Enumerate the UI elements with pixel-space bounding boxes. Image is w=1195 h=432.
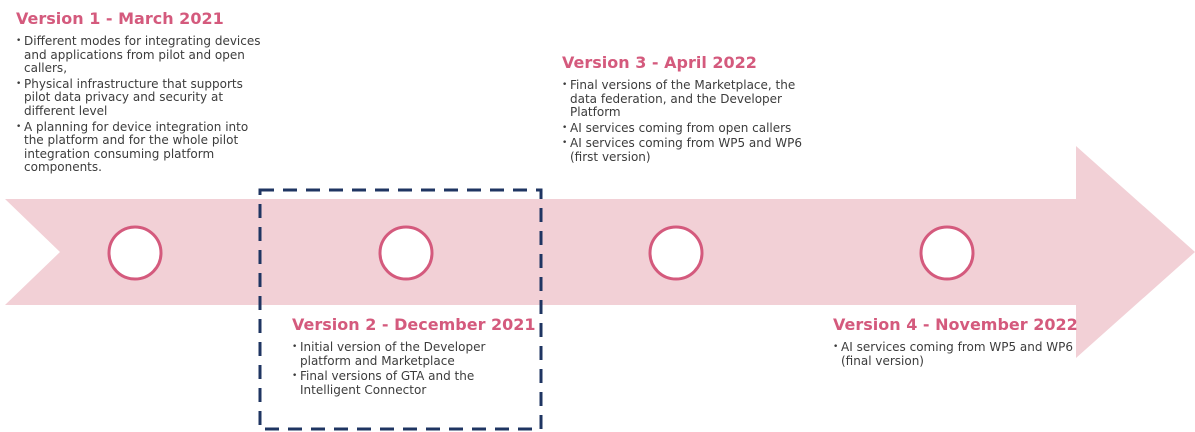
milestone-item: AI services coming from open callers bbox=[562, 121, 812, 136]
milestone-version-3: Version 3 - April 2022 Final versions of… bbox=[562, 53, 812, 167]
milestone-item: Different modes for integrating devices … bbox=[16, 34, 266, 76]
milestone-version-1: Version 1 - March 2021 Different modes f… bbox=[16, 9, 266, 177]
milestone-item: A planning for device integration into t… bbox=[16, 120, 266, 175]
milestone-item: Final versions of the Marketplace, the d… bbox=[562, 78, 812, 120]
milestone-version-4: Version 4 - November 2022 AI services co… bbox=[833, 315, 1083, 370]
milestone-item: Final versions of GTA and the Intelligen… bbox=[292, 369, 532, 397]
milestone-marker-1 bbox=[107, 225, 163, 281]
milestone-item: Initial version of the Developer platfor… bbox=[292, 340, 532, 368]
milestone-marker-4 bbox=[919, 225, 975, 281]
milestone-title: Version 1 - March 2021 bbox=[16, 9, 224, 28]
milestone-title: Version 2 - December 2021 bbox=[292, 315, 536, 334]
milestone-item-list: AI services coming from WP5 and WP6 (fin… bbox=[833, 340, 1083, 368]
milestone-marker-3 bbox=[648, 225, 704, 281]
milestone-item: AI services coming from WP5 and WP6 (fir… bbox=[562, 137, 812, 164]
milestone-item: Physical infrastructure that supports pi… bbox=[16, 77, 266, 119]
milestone-item-list: Different modes for integrating devices … bbox=[16, 34, 266, 175]
milestone-title: Version 4 - November 2022 bbox=[833, 315, 1078, 334]
milestone-version-2: Version 2 - December 2021 Initial versio… bbox=[292, 315, 536, 399]
milestone-item-list: Final versions of the Marketplace, the d… bbox=[562, 78, 812, 165]
milestone-item-list: Initial version of the Developer platfor… bbox=[292, 340, 532, 397]
milestone-title: Version 3 - April 2022 bbox=[562, 53, 757, 72]
milestone-marker-2 bbox=[378, 225, 434, 281]
milestone-item: AI services coming from WP5 and WP6 (fin… bbox=[833, 340, 1083, 368]
